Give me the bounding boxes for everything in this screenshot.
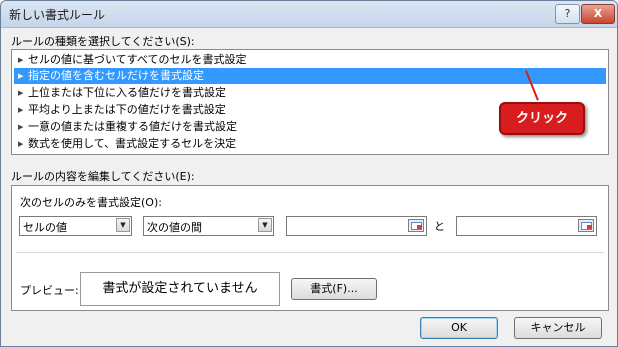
divider	[16, 252, 604, 253]
new-formatting-rule-dialog: 新しい書式ルール ? X ルールの種類を選択してください(S): ▶ セルの値に…	[0, 0, 618, 347]
rule-type-item[interactable]: ▶ 数式を使用して、書式設定するセルを決定	[14, 136, 606, 152]
triangle-right-icon: ▶	[18, 123, 24, 131]
cell-value-dropdown[interactable]: セルの値 ▼	[19, 216, 132, 236]
rule-type-item[interactable]: ▶ セルの値に基づいてすべてのセルを書式設定	[14, 52, 606, 68]
rule-edit-panel: 次のセルのみを書式設定(O): セルの値 ▼ 次の値の間 ▼ と プレビュー: …	[11, 185, 609, 311]
and-connector: と	[434, 220, 445, 233]
title-bar: 新しい書式ルール ? X	[1, 1, 617, 28]
chevron-down-icon: ▼	[258, 218, 272, 232]
operator-dropdown[interactable]: 次の値の間 ▼	[143, 216, 274, 236]
format-button[interactable]: 書式(F)...	[291, 278, 377, 300]
collapse-dialog-icon[interactable]	[578, 219, 594, 232]
rule-type-item-selected[interactable]: ▶ 指定の値を含むセルだけを書式設定	[14, 68, 606, 84]
preview-label: プレビュー:	[20, 284, 79, 297]
close-button[interactable]: X	[581, 4, 615, 24]
condition-label: 次のセルのみを書式設定(O):	[20, 196, 162, 209]
triangle-right-icon: ▶	[18, 106, 24, 114]
edit-rule-label: ルールの内容を編集してください(E):	[11, 170, 195, 183]
window-title: 新しい書式ルール	[9, 8, 106, 22]
click-annotation: クリック	[499, 102, 585, 135]
help-button[interactable]: ?	[555, 4, 580, 24]
value-input-1[interactable]	[286, 216, 427, 236]
preview-box: 書式が設定されていません	[80, 272, 280, 306]
chevron-down-icon: ▼	[116, 218, 130, 232]
triangle-right-icon: ▶	[18, 89, 24, 97]
cancel-button[interactable]: キャンセル	[514, 317, 602, 339]
triangle-right-icon: ▶	[18, 72, 24, 80]
rule-type-item[interactable]: ▶ 上位または下位に入る値だけを書式設定	[14, 85, 606, 101]
collapse-dialog-icon[interactable]	[408, 219, 424, 232]
ok-button[interactable]: OK	[420, 317, 498, 339]
triangle-right-icon: ▶	[18, 56, 24, 64]
triangle-right-icon: ▶	[18, 140, 24, 148]
rule-type-label: ルールの種類を選択してください(S):	[11, 35, 195, 48]
value-input-2[interactable]	[456, 216, 597, 236]
